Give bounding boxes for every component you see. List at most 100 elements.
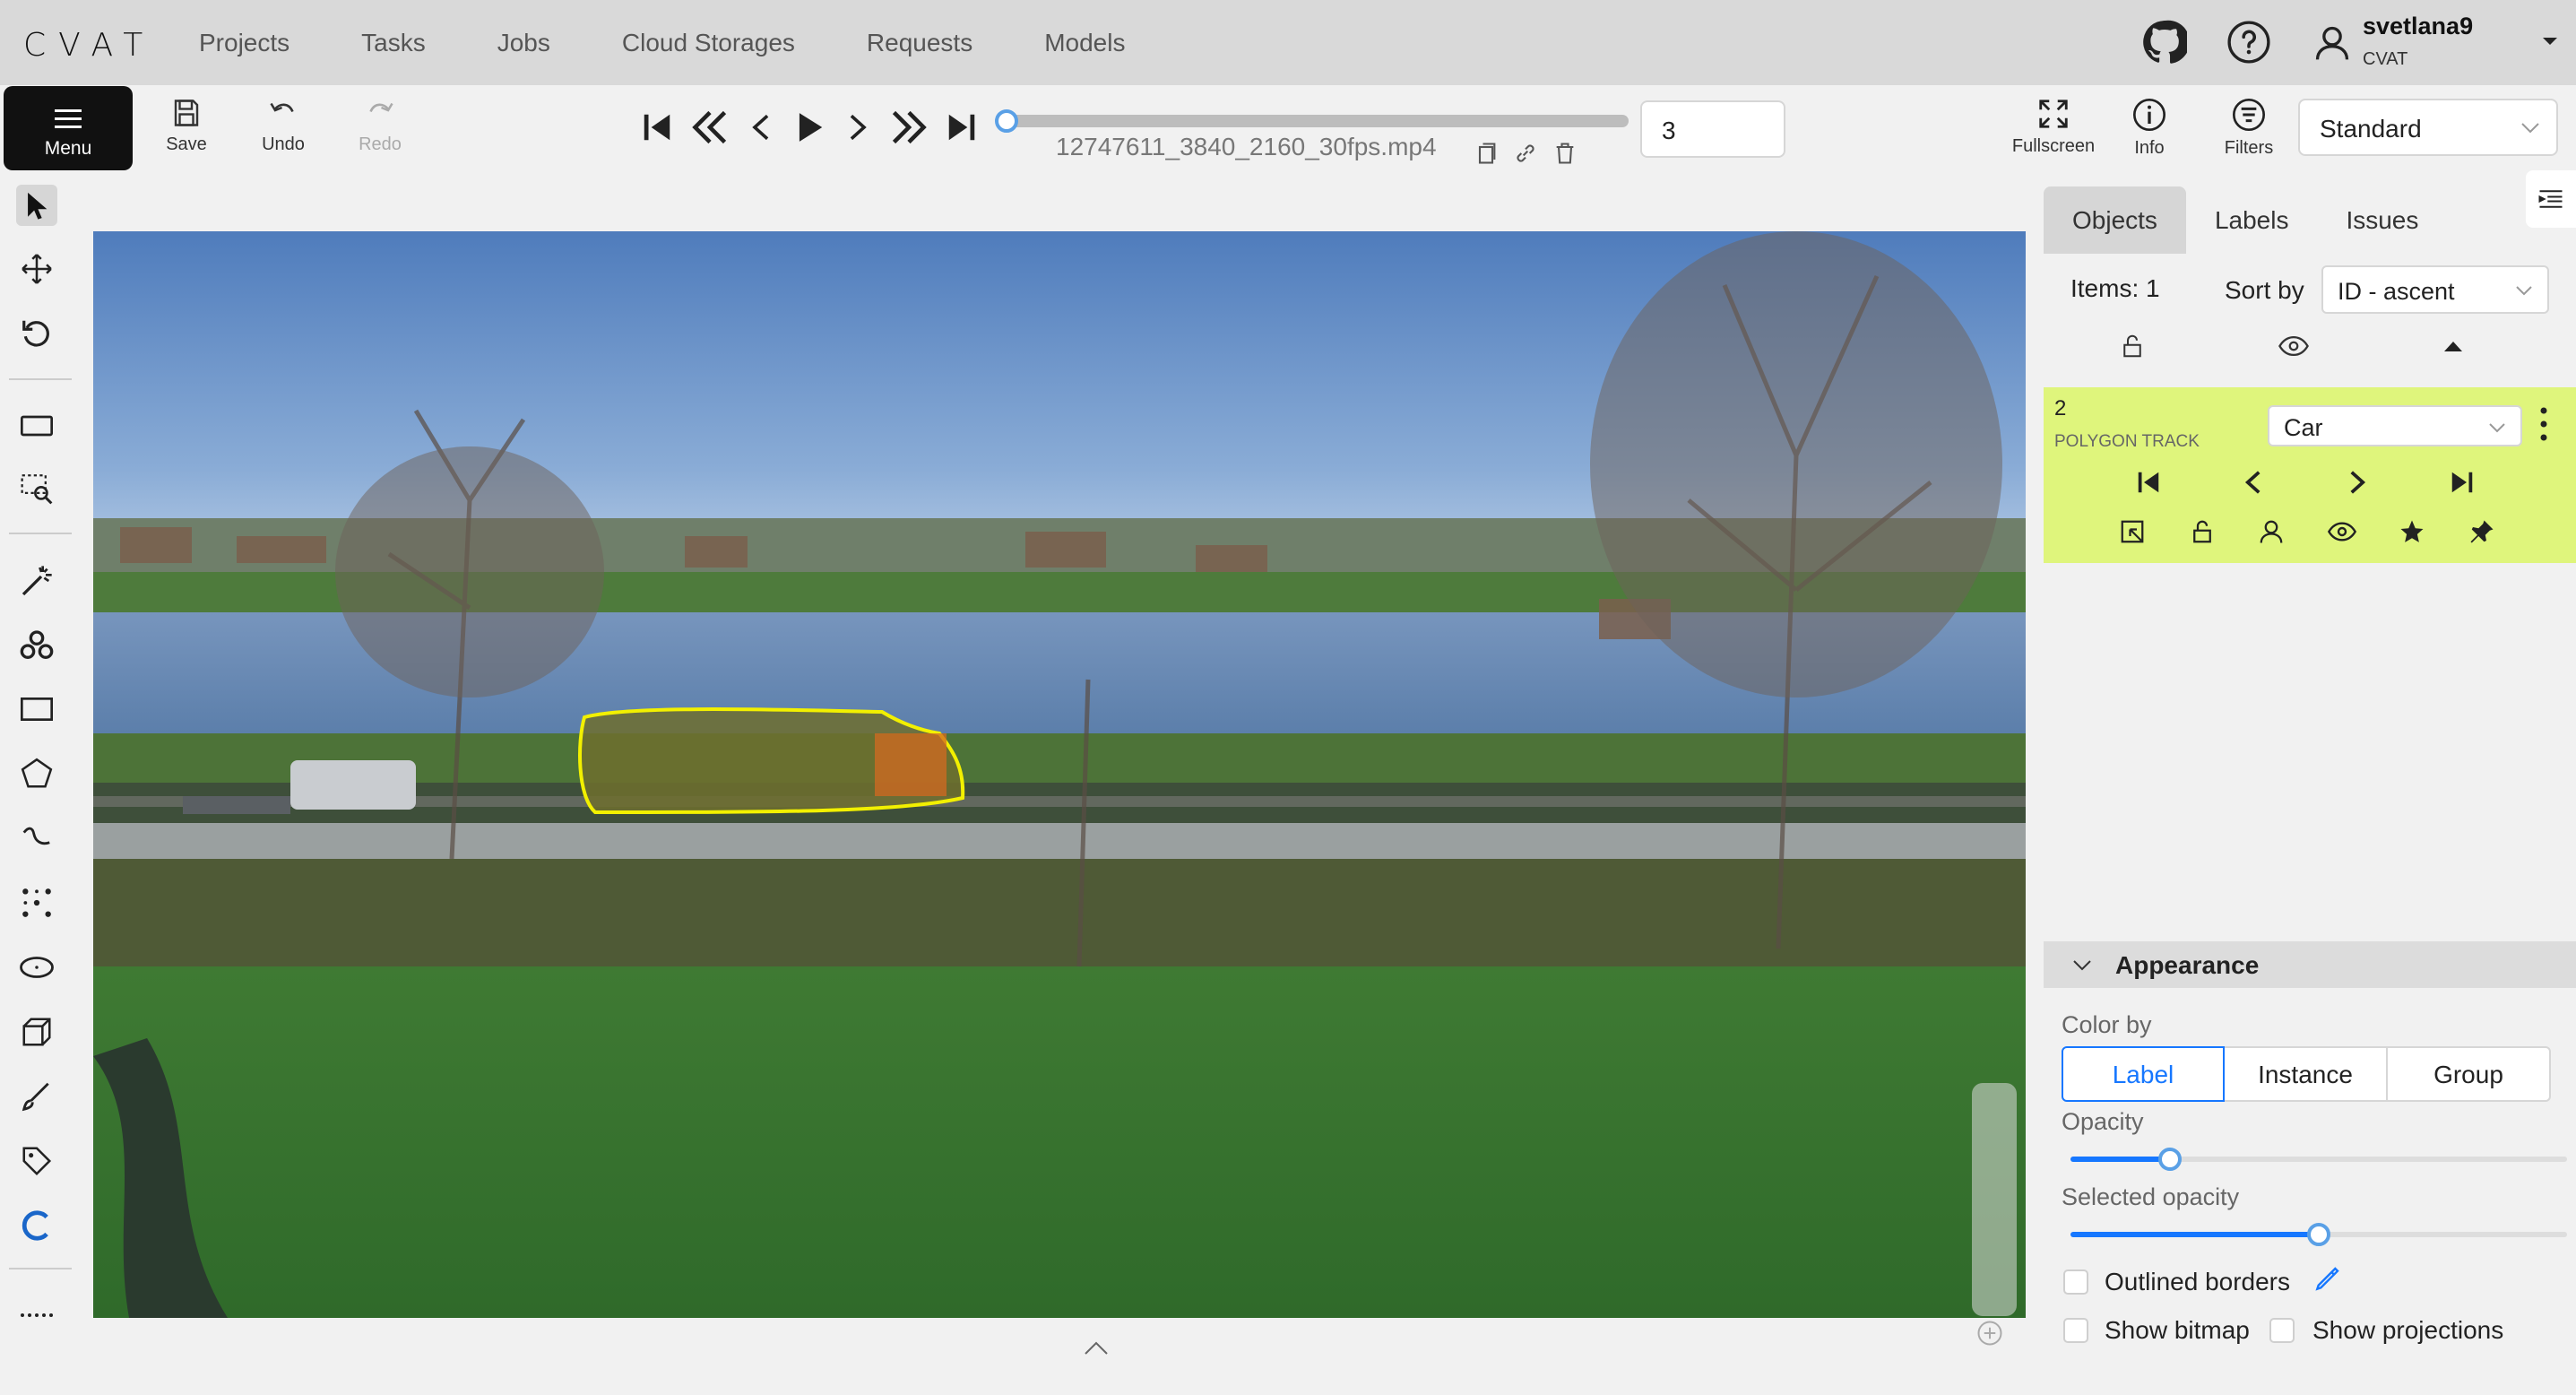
link-icon[interactable] (1513, 140, 1538, 167)
fast-forward-icon[interactable] (889, 108, 929, 147)
cursor-icon[interactable] (16, 185, 57, 226)
sidebar-tabs: Objects Labels Issues (2044, 186, 2447, 254)
info-icon (2133, 99, 2165, 131)
player-slider-handle[interactable] (995, 109, 1018, 133)
lock-icon[interactable] (2189, 518, 2216, 545)
nav-requests[interactable]: Requests (867, 29, 972, 57)
redo-button[interactable]: Redo (353, 97, 407, 155)
help-icon[interactable] (2226, 20, 2271, 65)
occluded-icon[interactable] (2258, 518, 2285, 545)
chevron-down-icon[interactable] (2540, 34, 2560, 48)
show-projections-label: Show projections (2312, 1316, 2504, 1344)
nav-tasks[interactable]: Tasks (361, 29, 426, 57)
color-picker-icon[interactable] (2312, 1264, 2341, 1295)
github-icon[interactable] (2142, 20, 2187, 65)
chevron-down-icon (2521, 123, 2539, 134)
color-by-label-option[interactable]: Label (2062, 1046, 2225, 1102)
show-projections-checkbox[interactable] (2269, 1318, 2295, 1343)
tag-icon[interactable] (16, 1140, 57, 1182)
sort-label: Sort by (2225, 276, 2304, 304)
last-frame-icon[interactable] (945, 108, 979, 147)
nav-projects[interactable]: Projects (199, 29, 290, 57)
user-icon[interactable] (2312, 23, 2352, 63)
zoom-in-icon[interactable] (1976, 1320, 2003, 1347)
move-icon[interactable] (16, 248, 57, 290)
appearance-header[interactable]: Appearance (2044, 941, 2576, 988)
rectangle-icon[interactable] (16, 689, 57, 730)
collapse-all-icon[interactable] (2442, 339, 2465, 353)
player-controls (640, 108, 979, 147)
fullscreen-icon (2039, 100, 2068, 128)
eye-icon[interactable] (2327, 518, 2356, 545)
info-button[interactable]: Info (2122, 97, 2176, 159)
undo-button[interactable]: Undo (256, 97, 310, 155)
outlined-borders-label: Outlined borders (2105, 1268, 2291, 1295)
tab-objects[interactable]: Objects (2044, 186, 2186, 254)
tools-divider (9, 1268, 72, 1269)
filters-button[interactable]: Filters (2219, 97, 2278, 159)
brush-icon[interactable] (16, 1076, 57, 1117)
workspace-select[interactable]: Standard (2298, 99, 2558, 156)
delete-frame-icon[interactable] (1552, 140, 1578, 167)
chevron-down-icon (2073, 960, 2091, 971)
opacity-slider-fill (2070, 1157, 2170, 1162)
save-label: Save (166, 134, 207, 154)
sidebar-collapse-icon[interactable] (2526, 170, 2576, 228)
zoom-slider[interactable] (1972, 1083, 2017, 1316)
magic-wand-icon[interactable] (16, 560, 57, 602)
frame-number-input[interactable]: 3 (1640, 100, 1785, 158)
tab-labels[interactable]: Labels (2186, 186, 2318, 254)
fullscreen-button[interactable]: Fullscreen (2004, 97, 2103, 157)
nav-models[interactable]: Models (1044, 29, 1125, 57)
fit-image-icon[interactable] (16, 405, 57, 446)
nav-cloud-storages[interactable]: Cloud Storages (622, 29, 795, 57)
next-keyframe-icon[interactable] (2344, 468, 2371, 497)
ai-tools-icon[interactable] (16, 625, 57, 666)
copy-icon[interactable] (1474, 140, 1499, 167)
points-icon[interactable] (16, 882, 57, 923)
object-menu-icon[interactable] (2538, 405, 2549, 443)
pin-icon[interactable] (2468, 518, 2495, 545)
user-menu[interactable]: svetlana9 CVAT (2363, 13, 2473, 70)
player-slider-track[interactable] (1006, 115, 1629, 127)
star-icon[interactable] (2399, 518, 2425, 545)
show-bitmap-checkbox[interactable] (2063, 1318, 2088, 1343)
filters-label: Filters (2224, 138, 2274, 158)
first-keyframe-icon[interactable] (2135, 468, 2162, 497)
next-frame-icon[interactable] (843, 108, 873, 147)
opencv-icon[interactable] (16, 1205, 57, 1246)
selected-opacity-slider-handle[interactable] (2307, 1223, 2330, 1246)
opacity-label: Opacity (2062, 1108, 2144, 1135)
eye-all-icon[interactable] (2278, 334, 2309, 359)
color-by-group-option[interactable]: Group (2386, 1046, 2551, 1102)
tab-issues[interactable]: Issues (2317, 186, 2447, 254)
show-bitmap-label: Show bitmap (2105, 1316, 2250, 1344)
ellipse-icon[interactable] (16, 947, 57, 988)
first-frame-icon[interactable] (640, 108, 674, 147)
color-by-instance-option[interactable]: Instance (2223, 1046, 2388, 1102)
polyline-icon[interactable] (16, 818, 57, 859)
fast-backward-icon[interactable] (690, 108, 730, 147)
outside-icon[interactable] (2119, 518, 2146, 545)
lock-all-icon[interactable] (2119, 332, 2146, 360)
outlined-borders-checkbox[interactable] (2063, 1269, 2088, 1295)
object-label-select[interactable]: Car (2268, 405, 2522, 446)
cvat-logo[interactable]: CVAT (23, 27, 155, 64)
play-icon[interactable] (792, 108, 826, 147)
opacity-slider-handle[interactable] (2157, 1148, 2182, 1171)
chevron-up-icon[interactable] (1083, 1339, 1110, 1357)
nav-jobs[interactable]: Jobs (497, 29, 550, 57)
rotate-icon[interactable] (16, 313, 57, 354)
zoom-region-icon[interactable] (16, 468, 57, 509)
items-count: Items: 1 (2070, 274, 2160, 302)
previous-frame-icon[interactable] (746, 108, 776, 147)
save-button[interactable]: Save (160, 97, 213, 155)
menu-button[interactable]: Menu (4, 86, 133, 170)
last-keyframe-icon[interactable] (2449, 468, 2476, 497)
previous-keyframe-icon[interactable] (2240, 468, 2267, 497)
sort-select[interactable]: ID - ascent (2321, 265, 2549, 314)
annotation-canvas[interactable] (93, 231, 2026, 1318)
more-tools-icon[interactable] (16, 1295, 57, 1336)
cuboid-icon[interactable] (16, 1011, 57, 1053)
polygon-icon[interactable] (16, 753, 57, 794)
